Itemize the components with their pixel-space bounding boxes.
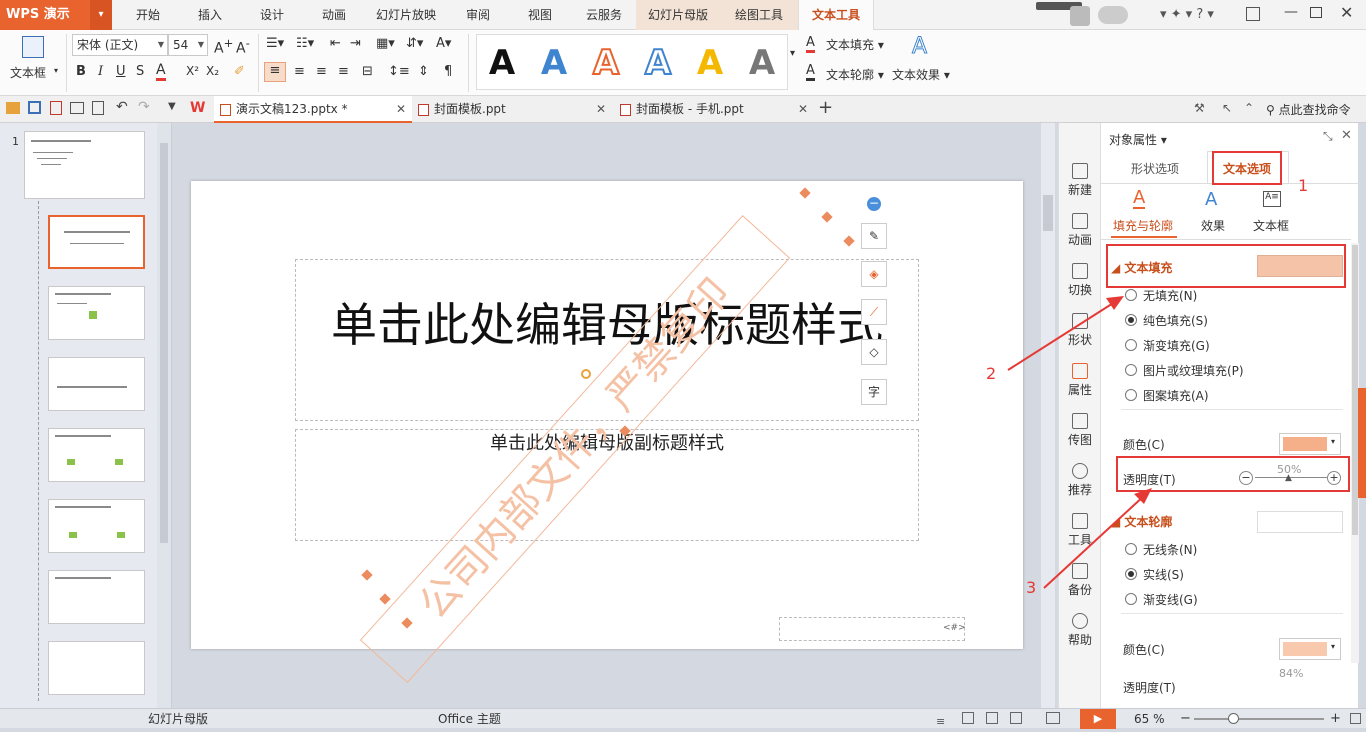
zoom-out-icon[interactable]: −: [1180, 709, 1191, 729]
arrow-line: [1007, 299, 1119, 371]
normal-view-icon[interactable]: [962, 712, 974, 724]
notes-icon[interactable]: ≡: [936, 712, 945, 732]
zoom-level[interactable]: 65 %: [1134, 709, 1165, 729]
annotation-arrows: [1007, 296, 1152, 589]
grid-view-icon[interactable]: [1010, 712, 1022, 724]
fit-window-icon[interactable]: [1350, 713, 1361, 724]
zoom-in-icon[interactable]: +: [1330, 709, 1341, 729]
sorter-view-icon[interactable]: [986, 712, 998, 724]
status-mode: 幻灯片母版: [148, 712, 209, 726]
status-bar: 幻灯片母版 Office 主题 ≡ ▶ 65 % − +: [0, 708, 1366, 729]
arrow-line: [1043, 493, 1147, 589]
arrow-head: [1106, 296, 1124, 310]
zoom-slider-track[interactable]: [1194, 718, 1324, 720]
status-theme: Office 主题: [438, 712, 501, 726]
reading-view-icon[interactable]: [1046, 712, 1060, 724]
play-slideshow-button[interactable]: ▶: [1080, 709, 1116, 729]
zoom-slider-thumb[interactable]: [1228, 713, 1239, 724]
